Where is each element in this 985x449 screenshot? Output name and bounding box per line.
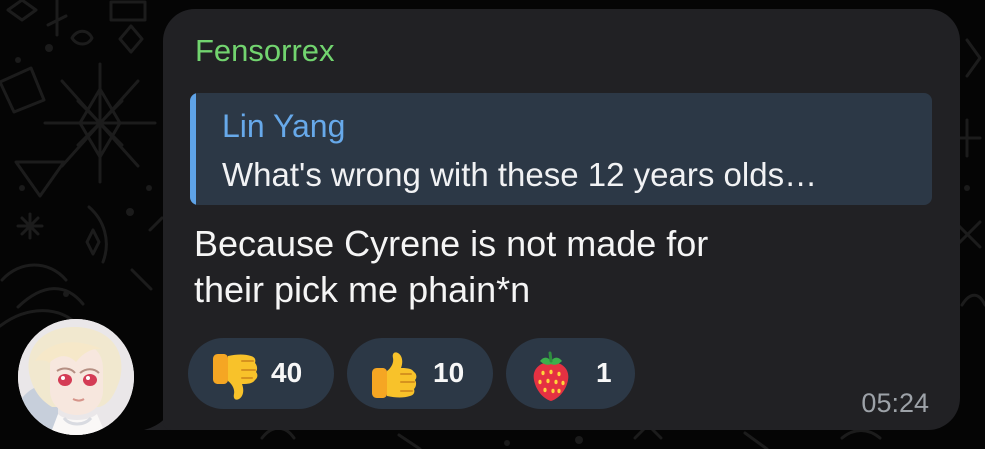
- strawberry-icon: [533, 351, 569, 401]
- sender-avatar[interactable]: [18, 319, 134, 435]
- reaction-thumbs-up[interactable]: 10: [347, 338, 493, 409]
- thumbs-down-icon: [213, 354, 258, 400]
- reply-accent-bar: [190, 93, 196, 205]
- message-text: Because Cyrene is not made for their pic…: [194, 221, 844, 313]
- reaction-count: 10: [433, 357, 465, 388]
- reply-author: Lin Yang: [222, 108, 346, 144]
- message-bubble[interactable]: Fensorrex Lin Yang What's wrong with the…: [163, 9, 960, 430]
- reply-text: What's wrong with these 12 years olds…: [222, 156, 818, 193]
- message-line-2: their pick me phain*n: [194, 269, 531, 310]
- reaction-thumbs-down[interactable]: 40: [188, 338, 334, 409]
- reaction-count: 40: [271, 357, 303, 388]
- sender-name[interactable]: Fensorrex: [195, 33, 335, 69]
- reply-preview[interactable]: Lin Yang What's wrong with these 12 year…: [190, 93, 932, 205]
- message-line-1: Because Cyrene is not made for: [194, 223, 709, 264]
- reaction-count: 1: [596, 357, 612, 388]
- thumbs-up-icon: [372, 352, 417, 398]
- message-time: 05:24: [861, 388, 929, 418]
- reaction-strawberry[interactable]: 1: [506, 338, 635, 409]
